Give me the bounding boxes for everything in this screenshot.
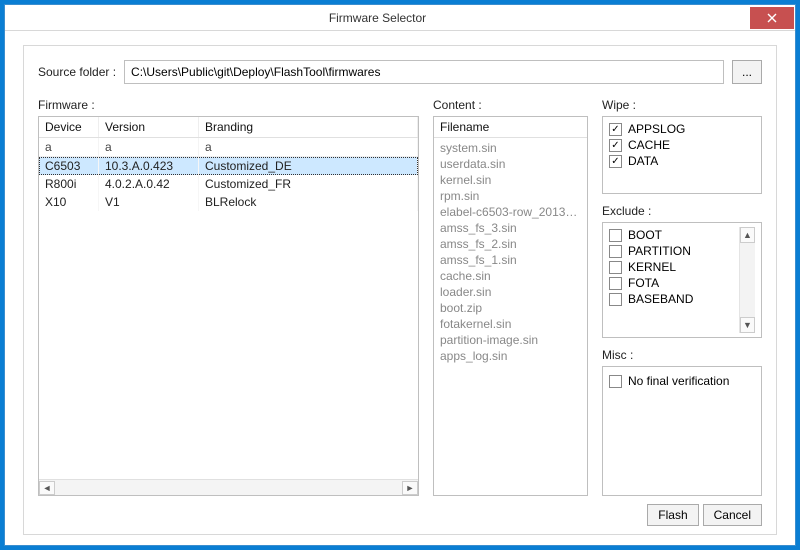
footer: Flash Cancel: [38, 504, 762, 526]
exclude-checkbox[interactable]: FOTA: [609, 275, 739, 291]
exclude-group: BOOT PARTITION KERNEL FOTA BASEBAND ▲ ▼: [602, 222, 762, 338]
content-area: Source folder : ... Firmware : Device Ve…: [5, 31, 795, 545]
right-column: Wipe : APPSLOG CACHE DATA Exclude : BOOT PA…: [602, 98, 762, 496]
scroll-down-icon[interactable]: ▼: [740, 317, 755, 333]
wipe-group: APPSLOG CACHE DATA: [602, 116, 762, 194]
table-row[interactable]: C650310.3.A.0.423Customized_DE: [39, 157, 418, 175]
exclude-label: Exclude :: [602, 204, 762, 218]
exclude-checkbox[interactable]: BASEBAND: [609, 291, 739, 307]
list-item[interactable]: amss_fs_3.sin: [434, 220, 587, 236]
checkbox-label: No final verification: [628, 374, 729, 388]
checkbox-label: APPSLOG: [628, 122, 685, 136]
list-item[interactable]: elabel-c6503-row_201303...: [434, 204, 587, 220]
exclude-checkbox[interactable]: PARTITION: [609, 243, 739, 259]
cell-device: X10: [39, 193, 99, 211]
list-item[interactable]: partition-image.sin: [434, 332, 587, 348]
list-item[interactable]: rpm.sin: [434, 188, 587, 204]
flash-button[interactable]: Flash: [647, 504, 698, 526]
list-item[interactable]: amss_fs_2.sin: [434, 236, 587, 252]
checkbox-icon: [609, 261, 622, 274]
filter-row: a a a: [39, 138, 418, 157]
checkbox-icon: [609, 139, 622, 152]
cell-version: V1: [99, 193, 199, 211]
exclude-checkbox[interactable]: KERNEL: [609, 259, 739, 275]
misc-group: No final verification: [602, 366, 762, 496]
firmware-column: Firmware : Device Version Branding a a a: [38, 98, 419, 496]
checkbox-icon: [609, 245, 622, 258]
table-row[interactable]: X10V1BLRelock: [39, 193, 418, 211]
checkbox-label: DATA: [628, 154, 658, 168]
list-item[interactable]: system.sin: [434, 140, 587, 156]
list-item[interactable]: kernel.sin: [434, 172, 587, 188]
grid-header: Device Version Branding: [39, 117, 418, 138]
filter-device[interactable]: a: [39, 138, 99, 156]
checkbox-label: KERNEL: [628, 260, 676, 274]
list-item[interactable]: apps_log.sin: [434, 348, 587, 364]
cell-branding: Customized_DE: [199, 157, 418, 175]
header-device[interactable]: Device: [39, 117, 99, 137]
scroll-track[interactable]: [740, 243, 755, 317]
cell-version: 4.0.2.A.0.42: [99, 175, 199, 193]
source-folder-input[interactable]: [124, 60, 724, 84]
header-branding[interactable]: Branding: [199, 117, 418, 137]
list-item[interactable]: cache.sin: [434, 268, 587, 284]
wipe-checkbox[interactable]: APPSLOG: [609, 121, 755, 137]
list-item[interactable]: boot.zip: [434, 300, 587, 316]
source-label: Source folder :: [38, 65, 116, 79]
misc-checkbox[interactable]: No final verification: [609, 373, 755, 389]
checkbox-label: BOOT: [628, 228, 662, 242]
wipe-label: Wipe :: [602, 98, 762, 112]
content-body: system.sinuserdata.sinkernel.sinrpm.sine…: [434, 138, 587, 366]
exclude-checkbox[interactable]: BOOT: [609, 227, 739, 243]
firmware-label: Firmware :: [38, 98, 419, 112]
table-row[interactable]: R800i4.0.2.A.0.42Customized_FR: [39, 175, 418, 193]
dialog-window: Firmware Selector Source folder : ... Fi…: [4, 4, 796, 546]
checkbox-label: PARTITION: [628, 244, 691, 258]
cell-device: C6503: [39, 157, 99, 175]
wipe-checkbox[interactable]: DATA: [609, 153, 755, 169]
columns: Firmware : Device Version Branding a a a: [38, 98, 762, 496]
scroll-right-icon[interactable]: ►: [402, 481, 418, 495]
source-row: Source folder : ...: [38, 60, 762, 84]
checkbox-icon: [609, 155, 622, 168]
firmware-grid: Device Version Branding a a a C650310.3.…: [38, 116, 419, 496]
close-button[interactable]: [750, 7, 794, 29]
checkbox-icon: [609, 277, 622, 290]
list-item[interactable]: amss_fs_1.sin: [434, 252, 587, 268]
misc-label: Misc :: [602, 348, 762, 362]
checkbox-icon: [609, 375, 622, 388]
checkbox-icon: [609, 293, 622, 306]
scroll-up-icon[interactable]: ▲: [740, 227, 755, 243]
content-label: Content :: [433, 98, 588, 112]
cell-device: R800i: [39, 175, 99, 193]
filter-branding[interactable]: a: [199, 138, 418, 156]
content-listbox: Filename system.sinuserdata.sinkernel.si…: [433, 116, 588, 496]
list-item[interactable]: fotakernel.sin: [434, 316, 587, 332]
list-item[interactable]: userdata.sin: [434, 156, 587, 172]
checkbox-icon: [609, 229, 622, 242]
window-title: Firmware Selector: [5, 11, 750, 25]
list-item[interactable]: loader.sin: [434, 284, 587, 300]
content-column: Content : Filename system.sinuserdata.si…: [433, 98, 588, 496]
checkbox-label: CACHE: [628, 138, 670, 152]
header-version[interactable]: Version: [99, 117, 199, 137]
scroll-left-icon[interactable]: ◄: [39, 481, 55, 495]
cell-branding: BLRelock: [199, 193, 418, 211]
titlebar: Firmware Selector: [5, 5, 795, 31]
browse-button[interactable]: ...: [732, 60, 762, 84]
checkbox-label: BASEBAND: [628, 292, 693, 306]
checkbox-label: FOTA: [628, 276, 659, 290]
checkbox-icon: [609, 123, 622, 136]
cancel-button[interactable]: Cancel: [703, 504, 762, 526]
inner-panel: Source folder : ... Firmware : Device Ve…: [23, 45, 777, 535]
cell-version: 10.3.A.0.423: [99, 157, 199, 175]
filter-version[interactable]: a: [99, 138, 199, 156]
wipe-checkbox[interactable]: CACHE: [609, 137, 755, 153]
horizontal-scrollbar[interactable]: ◄ ►: [39, 479, 418, 495]
content-header[interactable]: Filename: [434, 117, 587, 138]
close-icon: [767, 13, 777, 23]
grid-body: C650310.3.A.0.423Customized_DER800i4.0.2…: [39, 157, 418, 479]
cell-branding: Customized_FR: [199, 175, 418, 193]
exclude-scrollbar[interactable]: ▲ ▼: [739, 227, 755, 333]
